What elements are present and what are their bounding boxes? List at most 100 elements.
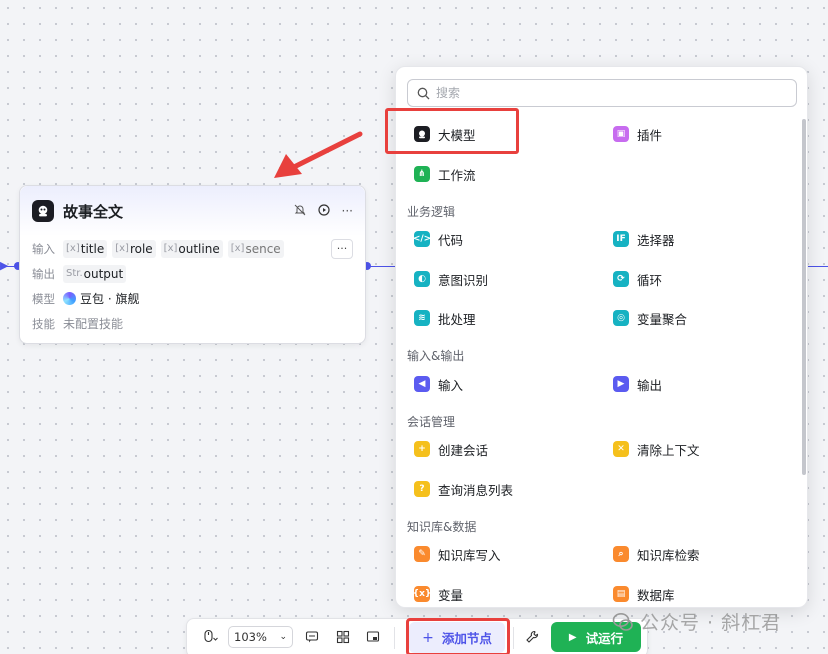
wrench-icon <box>526 630 539 643</box>
node-item-plugin[interactable]: ▣ 插件 <box>613 123 662 145</box>
node-item-label: 变量 <box>438 587 464 603</box>
toolbar-divider <box>394 627 395 649</box>
node-item-selector[interactable]: IF 选择器 <box>613 228 675 250</box>
layout-button[interactable] <box>332 626 354 648</box>
skill-label: 技能 <box>32 316 55 331</box>
kb-write-icon: ✎ <box>414 546 430 562</box>
node-title[interactable]: 故事全文 <box>63 201 294 222</box>
node-item-input[interactable]: ◀ 输入 <box>414 373 463 395</box>
node-item-variable[interactable]: {x} 变量 <box>413 583 464 605</box>
chevron-down-icon: ⌄ <box>279 632 287 642</box>
search-box[interactable] <box>407 79 797 107</box>
node-item-batch[interactable]: ≋ 批处理 <box>414 307 476 329</box>
workflow-icon: ⋔ <box>414 166 430 182</box>
node-item-kb-search[interactable]: ⌕ 知识库检索 <box>613 543 700 565</box>
kb-search-icon: ⌕ <box>613 546 629 562</box>
input-icon: ◀ <box>414 376 430 392</box>
node-item-code[interactable]: </> 代码 <box>413 228 464 250</box>
if-icon: IF <box>613 231 629 247</box>
run-node-icon[interactable] <box>317 203 330 219</box>
node-item-label: 选择器 <box>637 232 675 248</box>
llm-node-card[interactable]: 故事全文 ··· 输入 [x] title [x] role [x] outline … <box>19 185 366 344</box>
node-item-var-agg[interactable]: ◎ 变量聚合 <box>613 307 687 329</box>
comment-button[interactable] <box>301 626 323 648</box>
node-item-kb-write[interactable]: ✎ 知识库写入 <box>414 543 501 565</box>
skill-row: 技能 未配置技能 <box>20 311 365 336</box>
node-item-label: 工作流 <box>438 167 476 183</box>
annotation-arrow-icon <box>274 131 363 178</box>
llm-node-icon <box>32 200 54 222</box>
more-inputs-button[interactable]: ··· <box>331 238 353 259</box>
watermark: 公众号 · 斜杠君 <box>612 608 781 635</box>
output-row: 输出 Str. output <box>20 261 365 286</box>
more-options-icon[interactable]: ··· <box>342 204 353 218</box>
node-item-intent[interactable]: ◐ 意图识别 <box>414 268 488 290</box>
inputs-label: 输入 <box>32 241 55 256</box>
node-item-output[interactable]: ▶ 输出 <box>613 373 662 395</box>
node-item-loop[interactable]: ⟳ 循环 <box>613 268 662 290</box>
section-io: 输入&输出 <box>407 349 465 363</box>
search-input[interactable] <box>436 86 776 100</box>
node-item-label: 输出 <box>637 377 663 393</box>
output-icon: ▶ <box>613 376 629 392</box>
output-label: 输出 <box>32 266 55 281</box>
bulb-icon: ◐ <box>414 271 430 287</box>
mute-icon[interactable] <box>294 204 306 219</box>
input-tag: [x] outline <box>160 239 223 258</box>
toolbar-divider <box>513 627 514 649</box>
node-item-label: 数据库 <box>637 587 675 603</box>
zoom-select[interactable]: 103% ⌄ <box>228 626 293 648</box>
input-tag: [x] sence <box>227 239 284 258</box>
annotation-highlight-llm <box>385 108 519 154</box>
node-item-label: 代码 <box>438 232 464 248</box>
minimap-button[interactable] <box>362 626 384 648</box>
skill-value: 未配置技能 <box>63 317 124 331</box>
node-item-clear-ctx[interactable]: ✕ 清除上下文 <box>613 438 700 460</box>
node-header: 故事全文 ··· <box>20 186 365 236</box>
debug-tools-button[interactable] <box>521 626 543 648</box>
input-tag: [x] title <box>63 239 108 258</box>
node-item-label: 知识库写入 <box>438 547 501 563</box>
wechat-logo-icon <box>612 612 633 631</box>
node-item-create-conv[interactable]: + 创建会话 <box>414 438 488 460</box>
section-session: 会话管理 <box>407 415 456 429</box>
model-row: 模型 豆包 · 旗舰 <box>20 286 365 311</box>
comment-icon <box>305 631 319 643</box>
node-item-label: 查询消息列表 <box>438 482 514 498</box>
node-item-label: 创建会话 <box>438 442 489 458</box>
database-icon: ▤ <box>613 586 629 602</box>
node-item-query-msgs[interactable]: ? 查询消息列表 <box>414 478 513 500</box>
node-item-label: 清除上下文 <box>637 442 700 458</box>
minimap-icon <box>366 631 380 642</box>
layers-icon: ≋ <box>414 310 430 326</box>
section-kb: 知识库&数据 <box>407 520 477 534</box>
play-icon: ▶ <box>568 631 577 643</box>
cube-icon: ▣ <box>613 126 629 142</box>
outgoing-connection-end <box>806 266 828 267</box>
node-item-database[interactable]: ▤ 数据库 <box>613 583 675 605</box>
node-item-label: 批处理 <box>438 311 476 327</box>
node-item-label: 插件 <box>637 127 663 143</box>
doubao-logo-icon <box>63 292 76 305</box>
node-item-label: 知识库检索 <box>637 547 700 563</box>
query-messages-icon: ? <box>414 481 430 497</box>
output-tag: Str. output <box>63 264 127 283</box>
node-item-label: 输入 <box>438 377 464 393</box>
node-item-label: 变量聚合 <box>637 311 688 327</box>
clear-context-icon: ✕ <box>613 441 629 457</box>
watermark-text: 公众号 · 斜杠君 <box>640 612 782 634</box>
annotation-highlight-add-node <box>406 618 510 654</box>
model-label: 模型 <box>32 291 55 306</box>
node-item-workflow[interactable]: ⋔ 工作流 <box>414 163 476 185</box>
mouse-mode-button[interactable] <box>197 626 223 648</box>
node-item-label: 循环 <box>637 272 663 288</box>
panel-scrollbar[interactable] <box>802 119 806 475</box>
create-conversation-icon: + <box>414 441 430 457</box>
code-icon: </> <box>413 231 431 247</box>
input-tag: [x] role <box>112 239 156 258</box>
loop-icon: ⟳ <box>613 271 629 287</box>
aggregate-icon: ◎ <box>613 310 629 326</box>
search-icon <box>417 87 430 99</box>
inputs-row: 输入 [x] title [x] role [x] outline [x] sence … <box>20 236 365 261</box>
model-name: 豆包 · 旗舰 <box>80 292 140 306</box>
